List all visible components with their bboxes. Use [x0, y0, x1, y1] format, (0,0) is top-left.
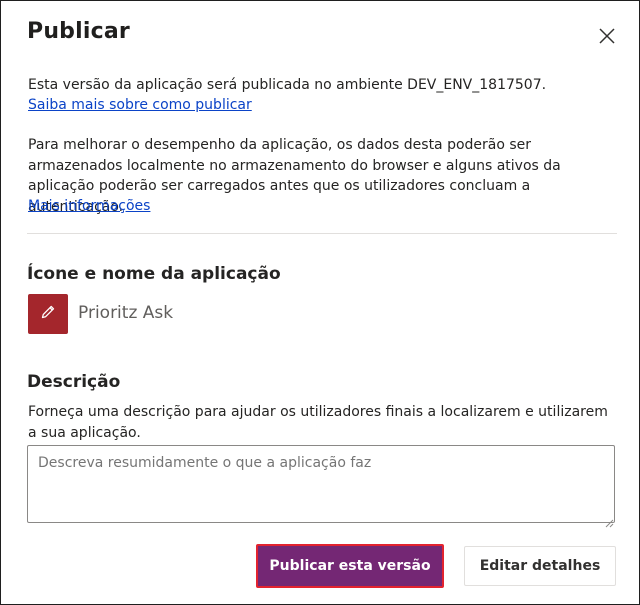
dialog-title: Publicar — [27, 19, 130, 44]
section-divider — [27, 233, 617, 234]
description-input[interactable] — [27, 445, 615, 523]
app-icon-name-heading: Ícone e nome da aplicação — [27, 264, 281, 284]
app-name: Prioritz Ask — [78, 303, 174, 323]
more-info-link[interactable]: Mais informações — [28, 196, 150, 216]
description-help-text: Forneça uma descrição para ajudar os uti… — [28, 404, 608, 441]
publish-environment-text: Esta versão da aplicação será publicada … — [28, 77, 547, 93]
learn-publish-link[interactable]: Saiba mais sobre como publicar — [28, 95, 252, 115]
app-icon-tile — [28, 294, 68, 334]
close-icon[interactable] — [597, 26, 617, 46]
description-heading: Descrição — [27, 372, 121, 392]
edit-details-button[interactable]: Editar detalhes — [464, 546, 616, 586]
resize-grip-icon[interactable] — [605, 513, 614, 528]
publish-dialog: Publicar Esta versão da aplicação será p… — [0, 0, 640, 605]
publish-version-button[interactable]: Publicar esta versão — [256, 544, 444, 588]
pencil-icon — [40, 304, 56, 324]
